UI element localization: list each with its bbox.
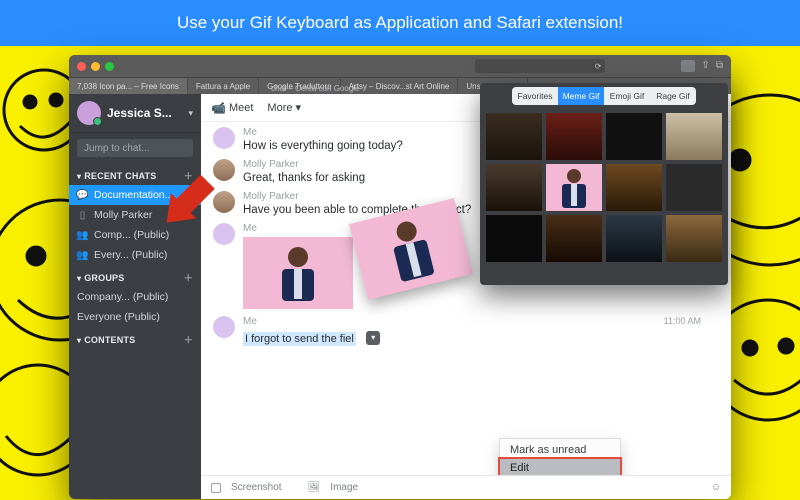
add-content-icon[interactable]: ＋: [184, 333, 193, 346]
gif-thumb[interactable]: [486, 215, 542, 262]
screenshot-checkbox[interactable]: [211, 483, 221, 493]
seg-meme-gif[interactable]: Meme Gif: [558, 87, 604, 105]
message-sender: Molly Parker: [243, 191, 299, 202]
message-sender: Me: [243, 127, 257, 138]
avatar: [77, 101, 101, 125]
gif-thumb[interactable]: [546, 164, 602, 211]
promo-banner: Use your Gif Keyboard as Application and…: [0, 0, 800, 46]
sidebar-profile[interactable]: Jessica S... ▾: [69, 94, 201, 133]
sidebar-item-group-everyone[interactable]: Everyone (Public): [69, 307, 201, 327]
video-icon[interactable]: 📹: [211, 101, 226, 115]
seg-rage-gif[interactable]: Rage Gif: [650, 87, 696, 105]
tabs-icon[interactable]: ⧉: [716, 60, 723, 72]
avatar: [213, 316, 235, 338]
gif-thumb[interactable]: [666, 164, 722, 211]
gif-thumb[interactable]: [486, 113, 542, 160]
zoom-icon[interactable]: [105, 62, 114, 71]
group-icon: 👥: [77, 250, 88, 261]
message-draft-text[interactable]: I forgot to send the fiel: [243, 332, 356, 346]
share-icon[interactable]: ⇪: [701, 60, 709, 72]
group-icon: 👥: [77, 230, 88, 241]
promo-banner-text: Use your Gif Keyboard as Application and…: [177, 13, 623, 33]
image-label: Image: [330, 482, 358, 493]
message-menu-button[interactable]: ▾: [366, 331, 380, 345]
meet-button[interactable]: Meet: [229, 102, 253, 114]
sidebar-item-group-company[interactable]: Company... (Public): [69, 287, 201, 307]
gif-thumb-grid: [480, 109, 728, 266]
more-button[interactable]: More ▾: [267, 101, 301, 114]
window-traffic-lights[interactable]: [77, 62, 114, 71]
jump-to-chat-input[interactable]: Jump to chat...: [77, 139, 193, 157]
chevron-down-icon[interactable]: ▾: [188, 108, 193, 119]
gif-thumb[interactable]: [666, 113, 722, 160]
chevron-down-icon: ▾: [77, 172, 81, 181]
message-sender: Molly Parker: [243, 159, 299, 170]
seg-favorites[interactable]: Favorites: [512, 87, 558, 105]
close-icon[interactable]: [77, 62, 86, 71]
chat-icon: 💬: [77, 190, 88, 201]
avatar: [213, 159, 235, 181]
page-subtitle: chat – Cerca con Google: [271, 84, 360, 93]
add-group-icon[interactable]: ＋: [184, 271, 193, 284]
composer-bar: Screenshot 🖼 Image ☺: [201, 475, 731, 499]
gif-thumb[interactable]: [606, 164, 662, 211]
message-gif[interactable]: [243, 237, 353, 309]
browser-tab[interactable]: Fattura a Apple: [188, 78, 259, 94]
sidebar-section-recent[interactable]: ▾RECENT CHATS ＋: [69, 163, 201, 185]
avatar: [213, 127, 235, 149]
add-chat-icon[interactable]: ＋: [184, 169, 193, 182]
sidebar-section-groups[interactable]: ▾GROUPS ＋: [69, 265, 201, 287]
mobile-icon: ▯: [77, 210, 88, 221]
sidebar-item-everyone[interactable]: 👥Every... (Public): [69, 245, 201, 265]
seg-emoji-gif[interactable]: Emoji Gif: [604, 87, 650, 105]
sidebar-section-contents[interactable]: ▾CONTENTS ＋: [69, 327, 201, 349]
minimize-icon[interactable]: [91, 62, 100, 71]
message-time: 11:00 AM: [664, 316, 701, 326]
browser-tab[interactable]: 7,038 Icon pa... – Free Icons: [69, 78, 188, 94]
message-sender: Me: [243, 316, 257, 327]
profile-name: Jessica S...: [107, 106, 172, 120]
gif-thumb[interactable]: [606, 215, 662, 262]
image-icon[interactable]: 🖼: [308, 482, 321, 493]
gif-thumb[interactable]: [546, 215, 602, 262]
gif-thumb[interactable]: [486, 164, 542, 211]
gif-thumb[interactable]: [666, 215, 722, 262]
avatar: [213, 223, 235, 245]
gif-picker-panel: Favorites Meme Gif Emoji Gif Rage Gif: [480, 83, 728, 285]
emoji-icon[interactable]: ☺: [711, 482, 721, 493]
chevron-down-icon: ▾: [77, 274, 81, 283]
gif-thumb[interactable]: [606, 113, 662, 160]
chevron-down-icon: ▾: [77, 336, 81, 345]
screenshot-label: Screenshot: [231, 482, 282, 493]
window-titlebar: ⟳ ⇪ ⧉: [69, 55, 731, 77]
address-bar[interactable]: ⟳: [475, 59, 605, 73]
extension-gif-icon[interactable]: [681, 60, 695, 72]
message-sender: Me: [243, 223, 257, 234]
chat-sidebar: Jessica S... ▾ Jump to chat... ▾RECENT C…: [69, 94, 201, 499]
message: Me 11:00 AM I forgot to send the fiel ▾: [201, 311, 731, 349]
gif-thumb[interactable]: [546, 113, 602, 160]
gif-category-segmented: Favorites Meme Gif Emoji Gif Rage Gif: [512, 87, 696, 105]
ctx-mark-unread[interactable]: Mark as unread: [500, 441, 620, 459]
